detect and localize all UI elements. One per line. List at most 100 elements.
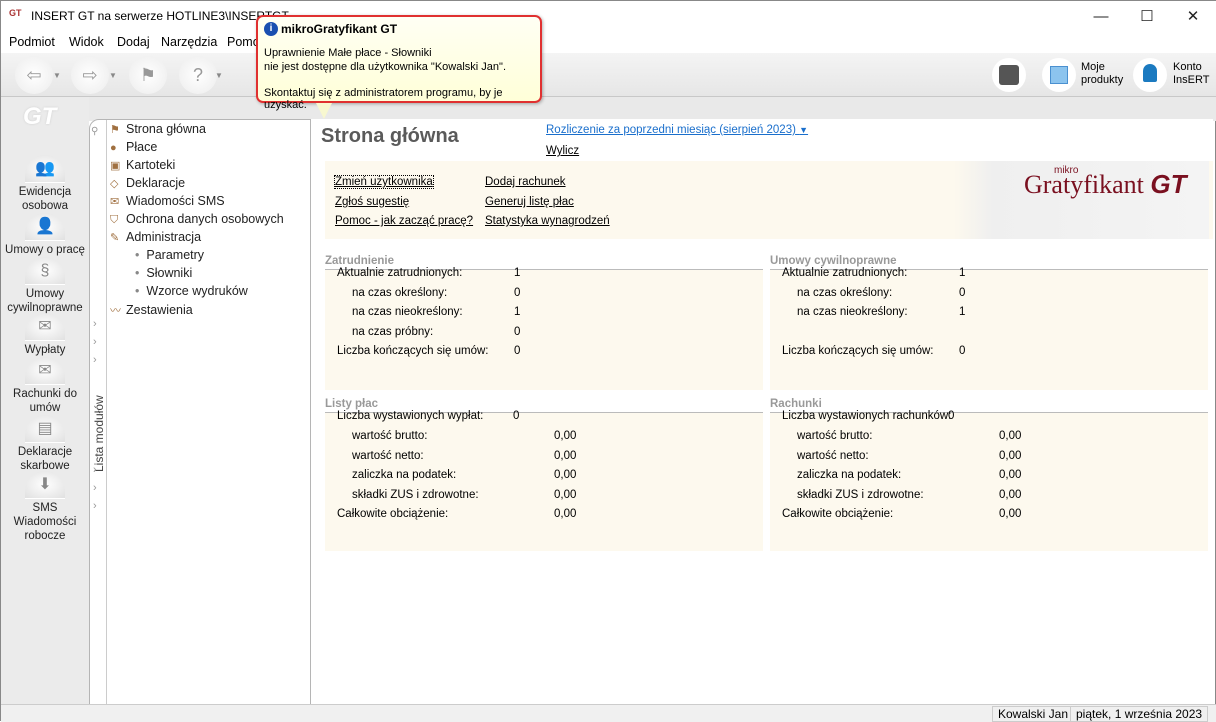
- stat-label: Liczba wystawionych rachunków:: [782, 410, 952, 422]
- sms-icon: ⬇: [25, 471, 65, 499]
- menu-dodaj[interactable]: Dodaj: [117, 35, 150, 49]
- logo-mikro: mikro: [1054, 165, 1079, 176]
- stat-value: 0,00: [999, 430, 1022, 442]
- stat-value: 0,00: [554, 469, 577, 481]
- sms-icon: ✉: [110, 196, 120, 208]
- sidebar-item-umowy-cywilnoprawne[interactable]: § Umowy cywilnoprawne: [1, 257, 89, 315]
- tree-item-deklaracje[interactable]: ◇ Deklaracje: [110, 176, 185, 190]
- sidebar-label: SMS Wiadomości robocze: [13, 502, 77, 542]
- tree-item-strona-glowna[interactable]: ⚑ Strona główna: [110, 122, 206, 136]
- chart-icon: 〰: [110, 305, 121, 317]
- back-icon[interactable]: ⇦: [15, 56, 53, 94]
- tree-item-kartoteki[interactable]: ▣ Kartoteki: [110, 158, 175, 172]
- suggestion-link[interactable]: Zgłoś sugestię: [335, 196, 409, 208]
- sidebar-label: Wypłaty: [24, 344, 66, 356]
- chevron-right-icon[interactable]: ›: [93, 500, 97, 512]
- stat-label: na czas określony:: [352, 286, 448, 299]
- calculate-link[interactable]: Wylicz: [546, 145, 579, 157]
- sidebar-label: Rachunki do umów: [13, 388, 77, 414]
- chevron-right-icon[interactable]: ›: [93, 318, 97, 330]
- sidebar-item-rachunki[interactable]: ✉ Rachunki do umów: [1, 357, 89, 415]
- chevron-down-icon[interactable]: ▼: [215, 71, 223, 80]
- section-umowy: Umowy cywilnoprawne Aktualnie zatrudnion…: [770, 255, 1208, 390]
- menu-podmiot[interactable]: Podmiot: [9, 35, 55, 49]
- tree-item-place[interactable]: ● Płace: [110, 140, 157, 154]
- chevron-down-icon[interactable]: ▼: [53, 71, 61, 80]
- products-icon[interactable]: [1042, 58, 1076, 92]
- status-bar: Kowalski Jan piątek, 1 września 2023: [1, 704, 1216, 722]
- stat-label: Liczba kończących się umów:: [337, 345, 489, 357]
- sidebar-item-umowy-o-prace[interactable]: 👤 Umowy o pracę: [1, 213, 89, 257]
- moje-produkty-button[interactable]: Moje produkty: [1081, 61, 1125, 87]
- stat-value: 0: [959, 344, 966, 357]
- contract-icon: §: [25, 257, 65, 285]
- stat-label: na czas nieokreślony:: [352, 306, 463, 318]
- period-dropdown[interactable]: Rozliczenie za poprzedni miesiąc (sierpi…: [546, 124, 808, 136]
- envelope-icon: ✉: [25, 357, 65, 385]
- chevron-down-icon[interactable]: ▼: [109, 71, 117, 80]
- window-title: INSERT GT na serwerze HOTLINE3\INSERTGT: [31, 9, 289, 23]
- stat-label: na czas określony:: [797, 286, 893, 299]
- stat-label: na czas nieokreślony:: [797, 306, 908, 318]
- chevron-right-icon[interactable]: ›: [93, 482, 97, 494]
- flag-icon[interactable]: ⚑: [129, 56, 167, 94]
- change-user-link[interactable]: Zmień użytkownika: [334, 175, 434, 189]
- salary-stats-link[interactable]: Statystyka wynagrodzeń: [485, 215, 610, 227]
- stat-label: składki ZUS i zdrowotne:: [797, 488, 924, 501]
- close-button[interactable]: ✕: [1170, 5, 1216, 29]
- status-user: Kowalski Jan: [992, 706, 1075, 722]
- help-icon[interactable]: ?: [179, 56, 217, 94]
- section-zatrudnienie: Zatrudnienie Aktualnie zatrudnionych: 1 na…: [325, 255, 763, 390]
- sidebar-item-deklaracje[interactable]: ▤ Deklaracje skarbowe: [1, 415, 89, 473]
- minimize-button[interactable]: —: [1078, 5, 1124, 29]
- people-icon: 👥: [25, 155, 65, 183]
- sidebar-item-wyplaty[interactable]: ✉ Wypłaty: [1, 313, 89, 357]
- stat-value: 0,00: [554, 508, 577, 520]
- shield-icon: ⛉: [110, 214, 119, 226]
- stat-label: wartość netto:: [352, 449, 424, 462]
- tree-label: Płace: [126, 140, 158, 154]
- section-body: Liczba wystawionych wypłat: 0 wartość brut…: [325, 410, 763, 551]
- generate-payroll-link[interactable]: Generuj listę płac: [485, 196, 574, 208]
- cube-icon[interactable]: [992, 58, 1026, 92]
- add-bill-link[interactable]: Dodaj rachunek: [485, 176, 566, 188]
- tooltip-line: nie jest dostępne dla użytkownika "Kowal…: [264, 61, 506, 73]
- stat-value: 0,00: [999, 469, 1022, 481]
- menu-widok[interactable]: Widok: [69, 35, 104, 49]
- tree-item-parametry[interactable]: Parametry: [135, 248, 204, 262]
- documents-icon: ▤: [25, 415, 65, 443]
- module-list-strip[interactable]: ⚲ › › › Lista modułów › › ›: [90, 120, 107, 705]
- stat-value: 1: [514, 267, 521, 279]
- chevron-right-icon[interactable]: ›: [93, 464, 97, 476]
- tree-label: Administracja: [126, 230, 202, 244]
- section-rachunki: Rachunki Liczba wystawionych rachunków: 0…: [770, 398, 1208, 551]
- maximize-button[interactable]: ☐: [1124, 5, 1170, 29]
- tree-label: Ochrona danych osobowych: [126, 212, 284, 226]
- forward-icon[interactable]: ⇨: [71, 56, 109, 94]
- sidebar-label: Umowy o pracę: [5, 244, 85, 256]
- document-icon: ◇: [110, 178, 119, 190]
- stat-value: 0: [948, 410, 955, 422]
- tree-item-zestawienia[interactable]: 〰 Zestawienia: [110, 302, 193, 318]
- main-content: Strona główna Rozliczenie za poprzedni m…: [311, 119, 1213, 704]
- account-icon[interactable]: [1133, 58, 1167, 92]
- pin-icon[interactable]: ⚲: [91, 126, 98, 137]
- sidebar-item-ewidencja[interactable]: 👥 Ewidencja osobowa: [1, 155, 89, 213]
- stat-value: 0,00: [999, 488, 1022, 501]
- stat-value: 0,00: [999, 508, 1022, 520]
- help-start-link[interactable]: Pomoc - jak zacząć pracę?: [335, 215, 473, 227]
- tree-item-slowniki[interactable]: Słowniki: [135, 266, 192, 280]
- tree-item-wzorce[interactable]: Wzorce wydruków: [135, 284, 247, 298]
- toolbar: ⇦ ▼ ⇨ ▼ ⚑ ? ▼ Moje produkty Konto InsERT: [1, 53, 1216, 97]
- menu-narzedzia[interactable]: Narzędzia: [161, 35, 217, 49]
- sidebar-item-sms[interactable]: ⬇ SMS Wiadomości robocze: [1, 471, 89, 543]
- tree-item-sms[interactable]: ✉ Wiadomości SMS: [110, 194, 225, 208]
- stat-value: 1: [514, 306, 521, 318]
- tree-item-administracja[interactable]: ✎ Administracja: [110, 230, 201, 244]
- tree-item-ochrona[interactable]: ⛉ Ochrona danych osobowych: [110, 212, 284, 227]
- stat-label: Liczba kończących się umów:: [782, 344, 934, 357]
- konto-insert-button[interactable]: Konto InsERT: [1173, 61, 1213, 87]
- cards-icon: ▣: [110, 160, 121, 172]
- chevron-right-icon[interactable]: ›: [93, 336, 97, 348]
- chevron-right-icon[interactable]: ›: [93, 354, 97, 366]
